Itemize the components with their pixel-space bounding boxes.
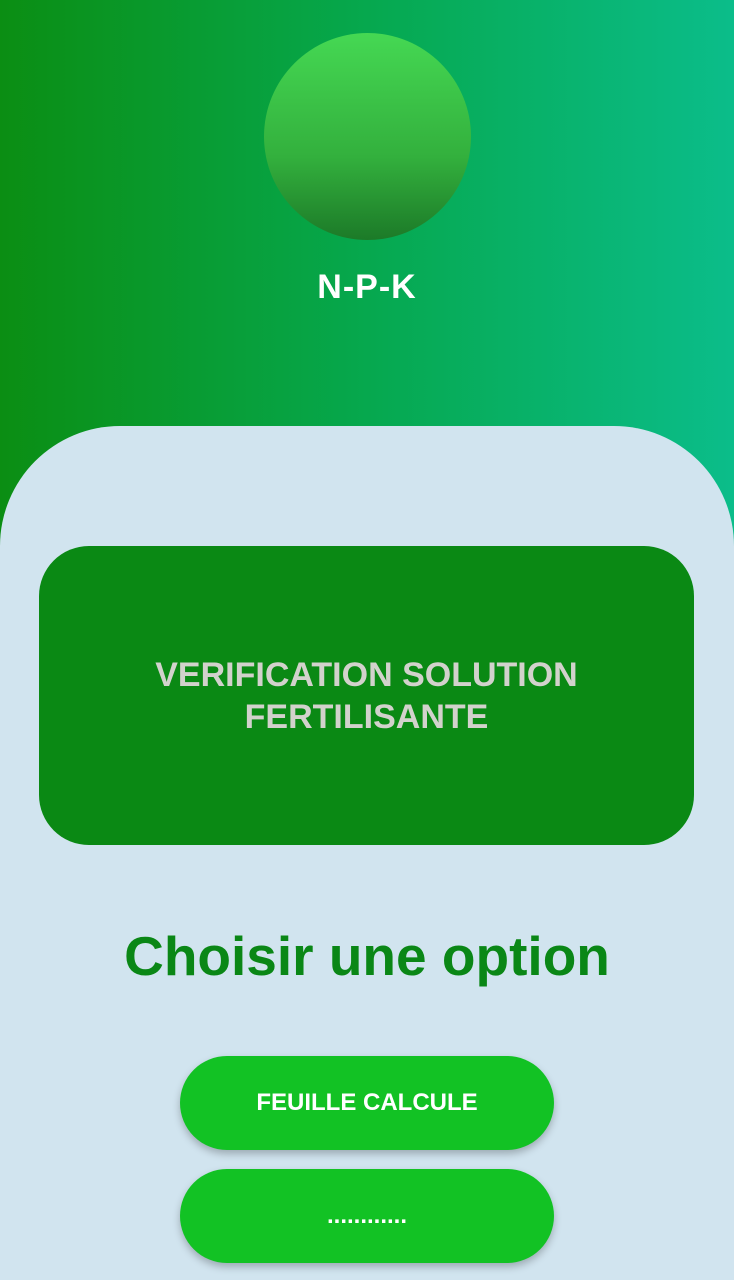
feuille-calcule-button[interactable]: FEUILLE CALCULE [180, 1056, 554, 1150]
second-option-button[interactable]: ............ [180, 1169, 554, 1263]
options-title: Choisir une option [124, 925, 610, 987]
verification-card-label: VERIFICATION SOLUTION FERTILISANTE [155, 655, 578, 736]
verification-card[interactable]: VERIFICATION SOLUTION FERTILISANTE [39, 546, 694, 845]
app-title: N-P-K [317, 268, 417, 306]
logo-icon [264, 33, 471, 240]
